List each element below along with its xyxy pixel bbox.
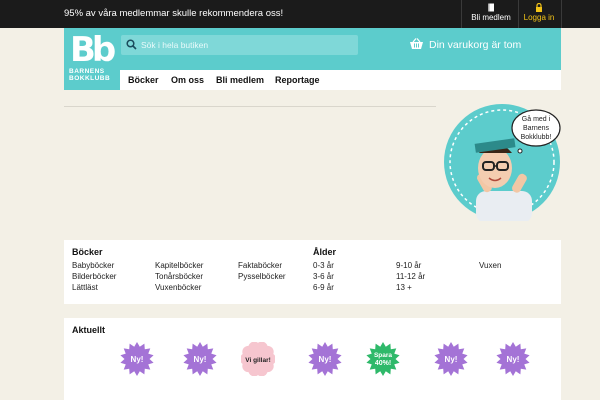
category-link[interactable]: Pysselböcker (238, 272, 286, 281)
nav-item-become-member[interactable]: Bli medlem (216, 75, 264, 85)
books-heading: Böcker (72, 247, 103, 257)
nav-item-books[interactable]: Böcker (128, 75, 159, 85)
badge-label: Ny! (319, 355, 332, 364)
badge-label: Spara (374, 352, 392, 359)
age-link[interactable]: 3-6 år (313, 272, 334, 281)
category-link[interactable]: Vuxenböcker (155, 283, 201, 292)
news-badge[interactable]: Ny! (434, 342, 468, 376)
category-link[interactable]: Faktaböcker (238, 261, 282, 270)
badge-label: Ny! (507, 355, 520, 364)
become-member-label: Bli medlem (471, 13, 511, 22)
basket-icon[interactable] (409, 38, 424, 50)
badge-label: Ny! (194, 355, 207, 364)
nav-item-about[interactable]: Om oss (171, 75, 204, 85)
category-link[interactable]: Tonårsböcker (155, 272, 203, 281)
login-button[interactable]: Logga in (521, 3, 557, 25)
bubble-line-2: Barnens (523, 125, 550, 132)
logo-mark: Bb (70, 30, 116, 70)
category-link[interactable]: Lättläst (72, 283, 98, 292)
top-bar: 95% av våra medlemmar skulle rekommender… (0, 0, 600, 28)
nav-item-reportage[interactable]: Reportage (275, 75, 320, 85)
logo-text: BARNENS BOKKLUBB (69, 68, 110, 82)
search-input[interactable]: Sök i hela butiken (121, 35, 358, 55)
age-link[interactable]: 11-12 år (396, 272, 425, 281)
main-nav: Böcker Om oss Bli medlem Reportage (120, 70, 561, 90)
category-link[interactable]: Bilderböcker (72, 272, 116, 281)
search-icon (126, 39, 137, 50)
divider (64, 106, 436, 107)
age-link[interactable]: 0-3 år (313, 261, 334, 270)
become-member-button[interactable]: Bli medlem (468, 3, 514, 25)
badge-label: Ny! (445, 355, 458, 364)
news-badge[interactable]: Ny! (308, 342, 342, 376)
divider (461, 0, 462, 28)
age-link[interactable]: 6-9 år (313, 283, 334, 292)
divider (561, 0, 562, 28)
news-badge[interactable]: Vi gillar! (241, 342, 275, 376)
category-link[interactable]: Babyböcker (72, 261, 114, 270)
age-link[interactable]: 13 + (396, 283, 412, 292)
age-heading: Ålder (313, 247, 337, 257)
badge-sublabel: 40%! (375, 360, 391, 367)
logo-line-1: BARNENS (69, 68, 105, 75)
search-placeholder: Sök i hela butiken (141, 40, 209, 50)
login-label: Logga in (523, 13, 555, 22)
join-promo-image[interactable]: Gå med i Barnens Bokklubb! (443, 103, 561, 221)
age-link[interactable]: 9-10 år (396, 261, 421, 270)
divider (518, 0, 519, 28)
category-link[interactable]: Kapitelböcker (155, 261, 203, 270)
news-heading: Aktuellt (72, 325, 106, 335)
news-badge[interactable]: Ny! (183, 342, 217, 376)
logo-line-2: BOKKLUBB (69, 75, 111, 82)
age-link[interactable]: Vuxen (479, 261, 501, 270)
cart-status[interactable]: Din varukorg är tom (429, 39, 521, 51)
news-badge[interactable]: Spara40%! (366, 342, 400, 376)
news-badge[interactable]: Ny! (496, 342, 530, 376)
promo-message: 95% av våra medlemmar skulle rekommender… (64, 8, 284, 19)
category-panel: Böcker Babyböcker Bilderböcker Lättläst … (64, 240, 561, 304)
bubble-line-3: Bokklubb! (521, 134, 552, 141)
bubble-line-1: Gå med i (522, 115, 551, 123)
badge-label: Ny! (131, 355, 144, 364)
book-icon (488, 3, 494, 12)
lock-icon (536, 3, 542, 12)
site-logo[interactable]: Bb BARNENS BOKKLUBB (64, 28, 120, 90)
badge-label: Vi gillar! (245, 357, 271, 364)
news-badge[interactable]: Ny! (120, 342, 154, 376)
